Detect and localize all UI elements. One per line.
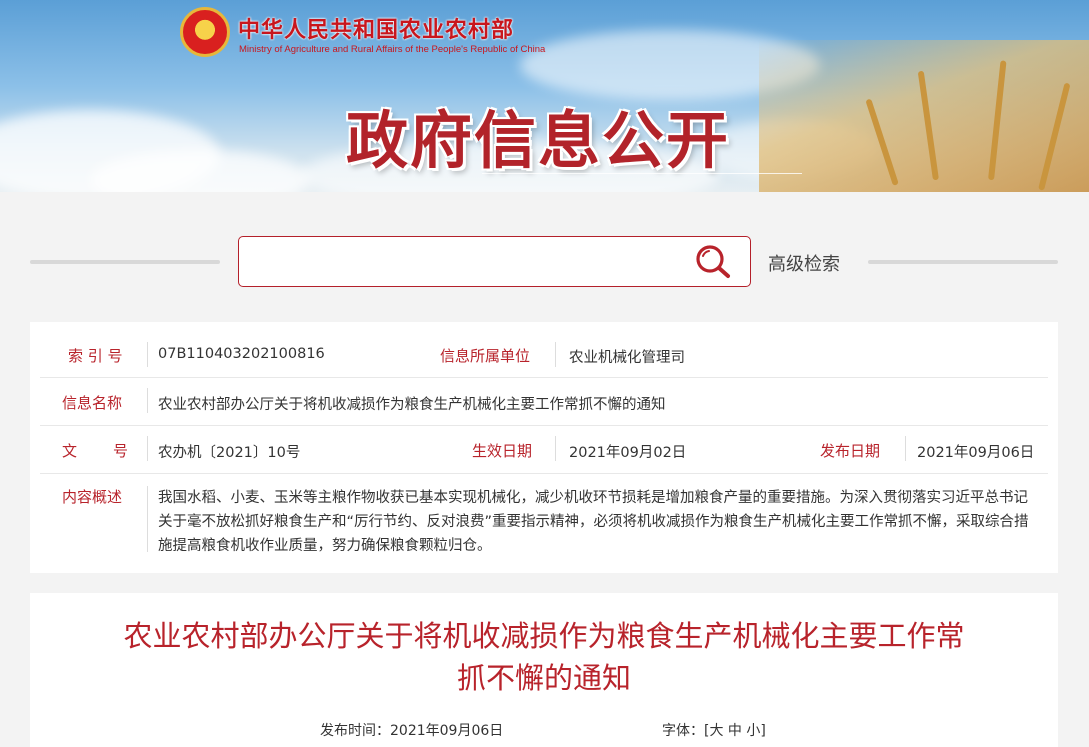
index-value: 07B110403202100816: [158, 346, 325, 362]
search-divider-right: [868, 260, 1058, 264]
article-publish-time: 发布时间：2021年09月06日: [320, 720, 503, 740]
publish-time-label: 发布时间：: [320, 723, 390, 739]
column-divider: [147, 342, 148, 367]
summary-label: 内容概述: [62, 488, 123, 506]
effective-date-label: 生效日期: [472, 442, 533, 460]
info-meta-table: 索 引 号 07B110403202100816 信息所属单位 农业机械化管理司…: [30, 322, 1058, 573]
doc-label-char2: 号: [113, 442, 129, 460]
header-banner: ★ 中华人民共和国农业农村部 Ministry of Agriculture a…: [0, 0, 1089, 192]
meta-row-index: 索 引 号 07B110403202100816 信息所属单位 农业机械化管理司: [40, 332, 1048, 378]
doc-label-char1: 文: [62, 442, 78, 460]
column-divider: [147, 486, 148, 552]
column-divider: [555, 342, 556, 367]
font-size-close-bracket: ]: [760, 723, 766, 739]
name-label: 信息名称: [62, 394, 123, 412]
publish-date-value: 2021年09月06日: [917, 445, 1035, 461]
column-divider: [147, 388, 148, 413]
search-icon[interactable]: [693, 242, 733, 280]
search-box: [238, 236, 751, 287]
article-title: 农业农村部办公厅关于将机收减损作为粮食生产机械化主要工作常 抓不懈的通知: [70, 615, 1018, 699]
ministry-name-en: Ministry of Agriculture and Rural Affair…: [239, 44, 546, 55]
name-value: 农业农村部办公厅关于将机收减损作为粮食生产机械化主要工作常抓不懈的通知: [158, 397, 666, 413]
title-underline: [482, 173, 802, 174]
meta-row-summary: 内容概述 我国水稻、小麦、玉米等主粮作物收获已基本实现机械化，减少机收环节损耗是…: [40, 474, 1048, 564]
font-size-label: 字体：: [662, 723, 704, 739]
column-divider: [147, 436, 148, 461]
column-divider: [555, 436, 556, 461]
article-title-line2: 抓不懈的通知: [456, 661, 631, 695]
publish-date-label: 发布日期: [820, 442, 881, 460]
index-label: 索 引 号: [68, 347, 123, 365]
font-size-large-button[interactable]: 大: [709, 723, 723, 739]
doc-value: 农办机〔2021〕10号: [158, 445, 301, 461]
font-size-small-button[interactable]: 小: [746, 723, 760, 739]
search-input[interactable]: [249, 245, 679, 279]
effective-date-value: 2021年09月02日: [569, 445, 687, 461]
meta-row-name: 信息名称 农业农村部办公厅关于将机收减损作为粮食生产机械化主要工作常抓不懈的通知: [40, 378, 1048, 426]
ministry-name-cn[interactable]: 中华人民共和国农业农村部: [238, 12, 514, 44]
article-card: 农业农村部办公厅关于将机收减损作为粮食生产机械化主要工作常 抓不懈的通知 发布时…: [30, 593, 1058, 747]
unit-label: 信息所属单位: [440, 347, 531, 365]
font-size-control: 字体：[大 中 小]: [662, 720, 766, 740]
unit-value: 农业机械化管理司: [569, 350, 685, 366]
publish-time-value: 2021年09月06日: [390, 723, 504, 739]
font-size-medium-button[interactable]: 中: [728, 723, 742, 739]
advanced-search-link[interactable]: 高级检索: [768, 250, 840, 276]
national-emblem-icon[interactable]: ★: [180, 7, 230, 57]
article-title-line1: 农业农村部办公厅关于将机收减损作为粮食生产机械化主要工作常: [123, 619, 965, 653]
column-divider: [905, 436, 906, 461]
search-divider-left: [30, 260, 220, 264]
portal-title: 政府信息公开: [346, 104, 731, 177]
summary-value: 我国水稻、小麦、玉米等主粮作物收获已基本实现机械化，减少机收环节损耗是增加粮食产…: [158, 490, 1029, 554]
meta-row-doc: 文 号 农办机〔2021〕10号 生效日期 2021年09月02日 发布日期 2…: [40, 426, 1048, 474]
